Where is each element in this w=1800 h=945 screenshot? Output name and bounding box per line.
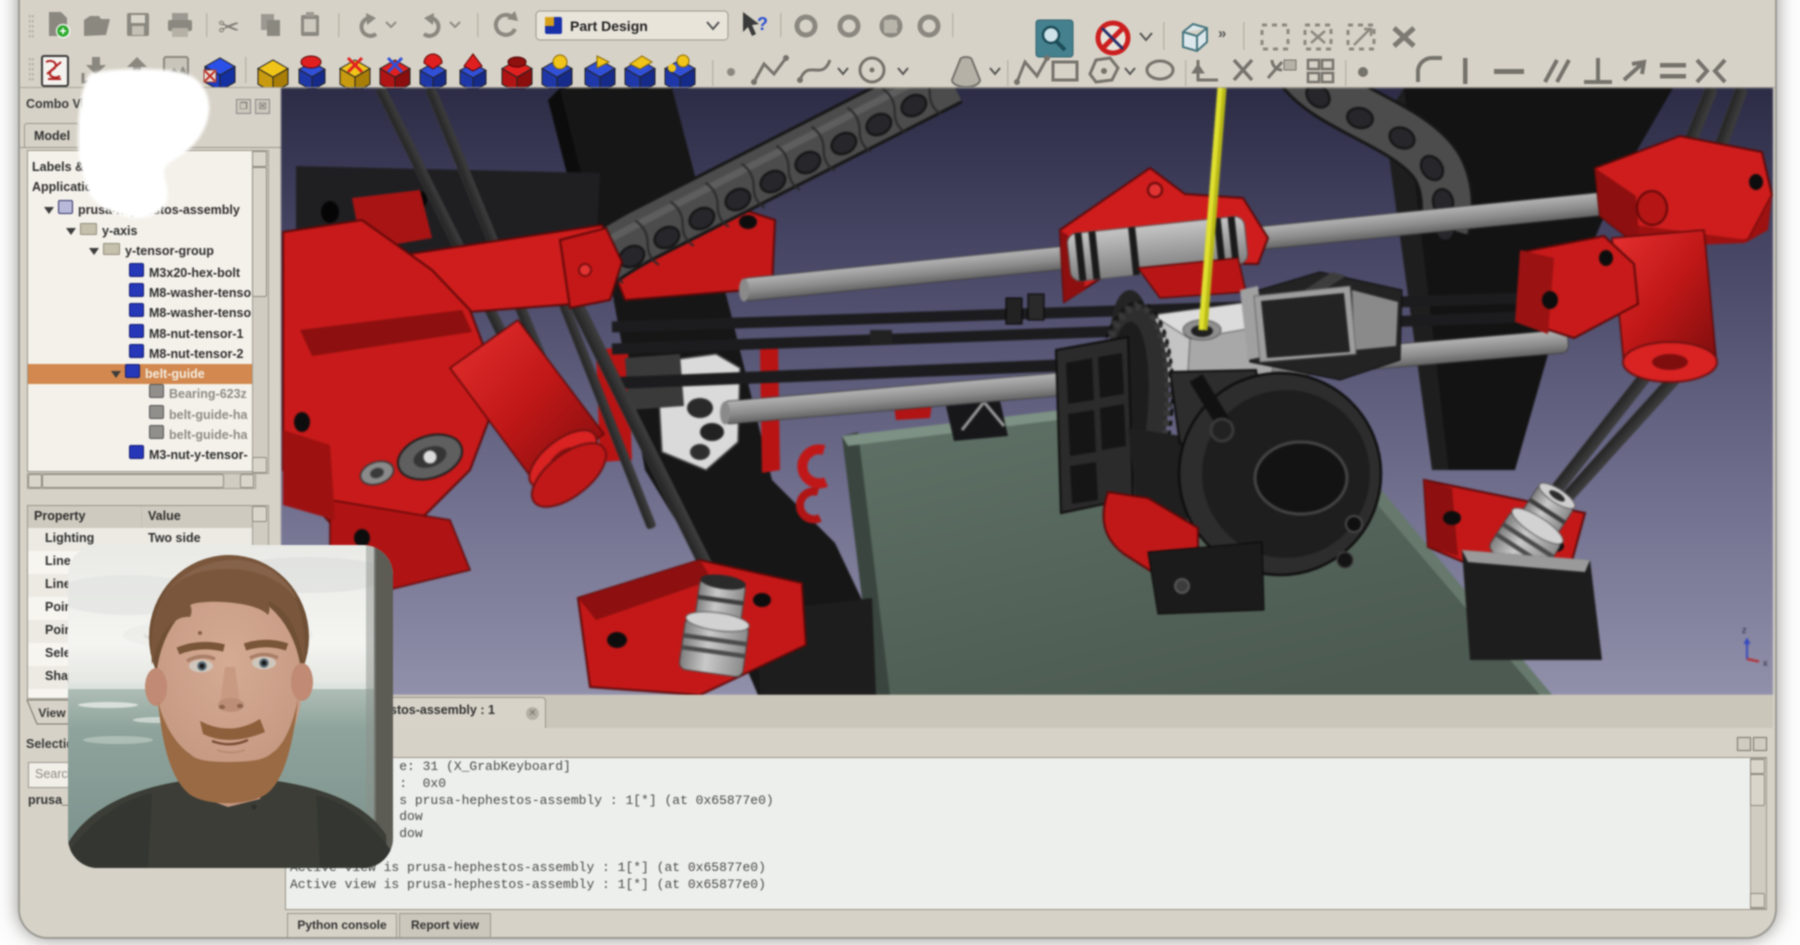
svg-text:»: »: [1218, 25, 1226, 42]
svg-text:Part Design: Part Design: [570, 18, 648, 34]
svg-text:View: View: [38, 706, 66, 720]
svg-text:z: z: [1742, 625, 1747, 635]
svg-text:x: x: [1763, 658, 1768, 668]
svg-text:?: ?: [757, 14, 768, 34]
